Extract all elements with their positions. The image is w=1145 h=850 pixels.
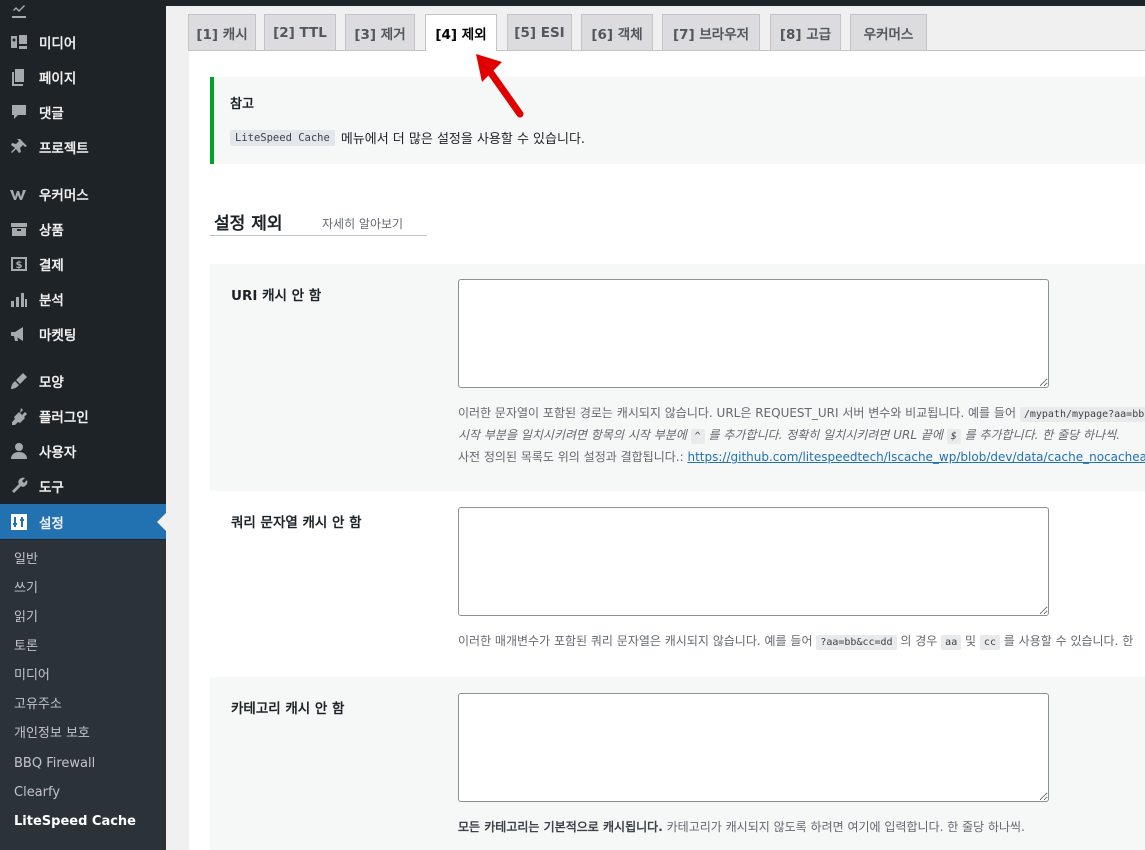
sidebar-item-plugins[interactable]: 플러그인 (0, 398, 166, 433)
notice-body: LiteSpeed Cache 메뉴에서 더 많은 설정을 사용할 수 있습니다… (230, 128, 585, 147)
tab-advanced[interactable]: [8] 고급 (770, 14, 841, 50)
tab-woocommerce[interactable]: 우커머스 (850, 14, 927, 50)
submenu-item-media[interactable]: 미디어 (14, 666, 50, 686)
section-heading: 설정 제외 자세히 알아보기 (210, 206, 427, 236)
submenu-item-permalinks[interactable]: 고유주소 (14, 695, 62, 715)
tab-ttl[interactable]: [2] TTL (264, 14, 336, 50)
tabs-divider (188, 50, 1145, 51)
dollar-code: $ (946, 429, 961, 444)
query-example-code: ?aa=bb&cc=dd (816, 635, 897, 650)
tab-purge[interactable]: [3] 제거 (345, 14, 415, 50)
setting-row-uri: URI 캐시 안 함 이러한 문자열이 포함된 경로는 캐시되지 않습니다. U… (210, 264, 1145, 491)
pin-icon (9, 137, 29, 157)
category-exclude-textarea[interactable] (458, 693, 1049, 802)
submenu-item-bbq-firewall[interactable]: BBQ Firewall (14, 754, 95, 774)
cc-code: cc (979, 635, 1000, 650)
sidebar-item-analytics[interactable]: 분석 (0, 281, 166, 316)
uri-exclude-desc-1: 이러한 문자열이 포함된 경로는 캐시되지 않습니다. URL은 REQUEST… (458, 404, 1145, 422)
admin-sidebar: 미디어 페이지 댓글 프로젝트 우커머스 상품 $ 결제 분석 마켓팅 모양 플… (0, 0, 166, 850)
sidebar-item-comments[interactable]: 댓글 (0, 94, 166, 129)
tab-browser[interactable]: [7] 브라우저 (662, 14, 760, 50)
category-exclude-label: 카테고리 캐시 안 함 (231, 701, 345, 717)
svg-text:$: $ (16, 260, 23, 271)
section-title: 설정 제외 (214, 214, 283, 234)
comments-icon (9, 102, 29, 122)
sidebar-item-payments[interactable]: $ 결제 (0, 246, 166, 281)
uri-example-code: /mypath/mypage?aa=bb (1019, 407, 1145, 422)
sidebar-item-products[interactable]: 상품 (0, 211, 166, 246)
sidebar-item-appearance[interactable]: 모양 (0, 363, 166, 398)
submenu-item-discussion[interactable]: 토론 (14, 637, 38, 657)
query-exclude-desc: 이러한 매개변수가 포함된 쿼리 문자열은 캐시되지 않습니다. 예를 들어 ?… (458, 634, 1134, 650)
notice-title: 참고 (230, 97, 254, 112)
tab-object[interactable]: [6] 객체 (581, 14, 653, 50)
annotation-arrow-icon (476, 54, 524, 118)
appearance-icon (9, 371, 29, 391)
submenu-item-clearfy[interactable]: Clearfy (14, 783, 60, 803)
notice-code: LiteSpeed Cache (230, 129, 335, 146)
settings-submenu: 일반 쓰기 읽기 토론 미디어 고유주소 개인정보 보호 BBQ Firewal… (0, 540, 166, 850)
sidebar-item-tools[interactable]: 도구 (0, 468, 166, 503)
sidebar-item-settings[interactable]: 설정 (0, 504, 166, 539)
products-icon (9, 219, 29, 239)
nocacheable-list-link[interactable]: https://github.com/litespeedtech/lscache… (687, 450, 1145, 464)
sidebar-item-users[interactable]: 사용자 (0, 433, 166, 468)
learn-more-link[interactable]: 자세히 알아보기 (322, 215, 403, 232)
uri-exclude-desc-3: 사전 정의된 목록도 위의 설정과 결합됩니다.: https://github… (458, 448, 1145, 465)
sidebar-item-pages[interactable]: 페이지 (0, 59, 166, 94)
sidebar-item-marketing[interactable]: 마켓팅 (0, 316, 166, 351)
dashboard-icon (9, 0, 29, 20)
category-exclude-desc: 모든 카테고리는 기본적으로 캐시됩니다. 카테고리가 캐시되지 않도록 하려면… (458, 820, 1025, 834)
sidebar-item-projects[interactable]: 프로젝트 (0, 129, 166, 164)
submenu-item-general[interactable]: 일반 (14, 550, 38, 570)
payments-icon: $ (9, 254, 29, 274)
submenu-item-litespeed-cache[interactable]: LiteSpeed Cache (14, 812, 136, 832)
active-menu-pointer (157, 513, 166, 531)
notice-box: 참고 LiteSpeed Cache 메뉴에서 더 많은 설정을 사용할 수 있… (210, 77, 1145, 164)
sidebar-item-woocommerce[interactable]: 우커머스 (0, 176, 166, 211)
plugins-icon (9, 406, 29, 426)
aa-code: aa (941, 635, 962, 650)
admin-bar-edge (166, 0, 1145, 6)
tab-cache[interactable]: [1] 캐시 (188, 14, 256, 50)
tab-esi[interactable]: [5] ESI (507, 14, 572, 50)
notice-text: 메뉴에서 더 많은 설정을 사용할 수 있습니다. (340, 132, 586, 147)
tab-excludes[interactable]: [4] 제외 (425, 14, 497, 51)
tools-icon (9, 476, 29, 496)
submenu-item-privacy[interactable]: 개인정보 보호 (14, 724, 90, 744)
submenu-item-reading[interactable]: 읽기 (14, 608, 38, 628)
users-icon (9, 441, 29, 461)
query-exclude-textarea[interactable] (458, 507, 1049, 616)
media-icon (9, 32, 29, 52)
sidebar-item-media[interactable]: 미디어 (0, 24, 166, 59)
woocommerce-icon (9, 184, 29, 204)
marketing-icon (9, 324, 29, 344)
sidebar-item-dashboard[interactable] (0, 0, 166, 27)
settings-icon (9, 512, 29, 532)
query-exclude-label: 쿼리 문자열 캐시 안 함 (231, 515, 362, 531)
analytics-icon (9, 289, 29, 309)
pages-icon (9, 67, 29, 87)
submenu-item-writing[interactable]: 쓰기 (14, 579, 38, 599)
caret-code: ^ (690, 429, 705, 444)
uri-exclude-desc-2: 시작 부분을 일치시키려면 항목의 시작 부분에 ^ 를 추가합니다. 정확히 … (458, 428, 1120, 444)
setting-row-category: 카테고리 캐시 안 함 모든 카테고리는 기본적으로 캐시됩니다. 카테고리가 … (210, 677, 1145, 850)
uri-exclude-label: URI 캐시 안 함 (231, 288, 322, 304)
setting-row-query: 쿼리 문자열 캐시 안 함 이러한 매개변수가 포함된 쿼리 문자열은 캐시되지… (210, 491, 1145, 677)
uri-exclude-textarea[interactable] (458, 279, 1049, 388)
